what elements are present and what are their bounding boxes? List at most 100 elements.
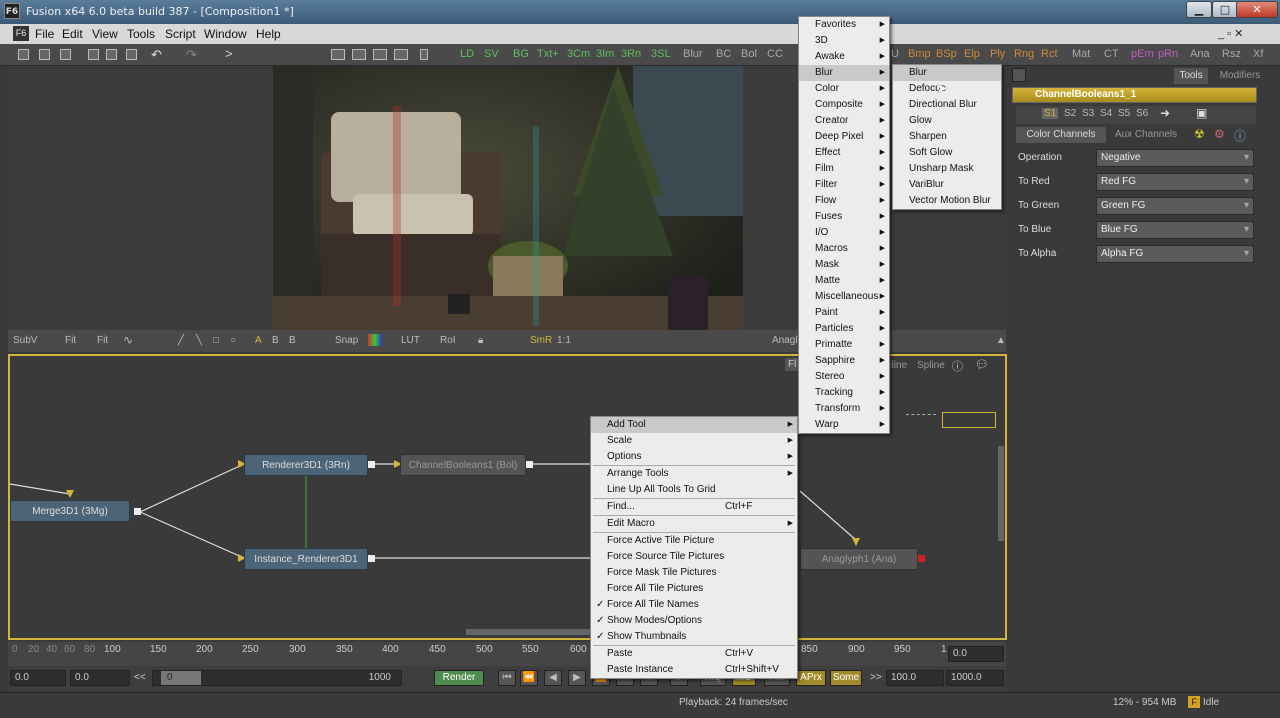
node-anaglyph1[interactable]: Anaglyph1 (Ana) <box>800 548 918 570</box>
tool-tab-xf[interactable]: Xf <box>1253 48 1263 60</box>
global-start-field[interactable]: 0.0 <box>10 670 66 686</box>
end-frame-field[interactable]: 0.0 <box>948 646 1004 662</box>
comment-icon[interactable]: 💬︎ <box>975 358 989 371</box>
menu-item-add-tool[interactable]: Add Tool ▶ <box>591 417 797 433</box>
node-instance-renderer3d1[interactable]: Instance_Renderer3D1 <box>244 548 368 570</box>
slot-s3[interactable]: S3 <box>1082 108 1094 119</box>
add-tool-i-o[interactable]: I/O ▶ <box>799 225 889 241</box>
prev-key-icon[interactable]: ⏪ <box>520 670 538 686</box>
blur-tool-unsharp-mask[interactable]: Unsharp Mask <box>893 161 1001 177</box>
menu-item-force-all-tile-names[interactable]: Force All Tile Names ✓ <box>591 597 797 613</box>
tool-tab-ld[interactable]: LD <box>460 48 474 60</box>
menu-item-paste[interactable]: Paste Ctrl+V <box>591 646 797 662</box>
tool-tab-bc[interactable]: BC <box>716 48 731 60</box>
tool-tab-sv[interactable]: SV <box>484 48 499 60</box>
add-tool-stereo[interactable]: Stereo ▶ <box>799 369 889 385</box>
undo-icon[interactable]: ↶ <box>151 47 162 63</box>
tool-tab-3cm[interactable]: 3Cm <box>567 48 590 60</box>
info-panel-icon[interactable]: ⓘ <box>1234 127 1246 144</box>
to-green-dropdown[interactable]: Green FG ▾ <box>1096 197 1254 215</box>
add-tool-3d[interactable]: 3D ▶ <box>799 33 889 49</box>
render-start-field[interactable]: 0.0 <box>70 670 130 686</box>
tool-tab-rct[interactable]: Rct <box>1041 48 1058 60</box>
tool-tab-ana[interactable]: Ana <box>1190 48 1210 60</box>
slot-s4[interactable]: S4 <box>1100 108 1112 119</box>
tool-tab-ply[interactable]: Ply <box>990 48 1005 60</box>
blur-tool-soft-glow[interactable]: Soft Glow <box>893 145 1001 161</box>
blur-tool-blur[interactable]: Blur <box>893 65 1001 81</box>
anaglyph-output-port[interactable] <box>918 555 925 562</box>
add-tool-deep-pixel[interactable]: Deep Pixel ▶ <box>799 129 889 145</box>
tool-tab-rsz[interactable]: Rsz <box>1222 48 1241 60</box>
operation-dropdown[interactable]: Negative ▾ <box>1096 149 1254 167</box>
tool-tab-pem[interactable]: pEm <box>1131 48 1154 60</box>
blur-tool-sharpen[interactable]: Sharpen <box>893 129 1001 145</box>
menu-item-edit-macro[interactable]: Edit Macro ▶ <box>591 516 797 532</box>
blur-tool-glow[interactable]: Glow <box>893 113 1001 129</box>
add-tool-composite[interactable]: Composite ▶ <box>799 97 889 113</box>
to-red-dropdown[interactable]: Red FG ▾ <box>1096 173 1254 191</box>
add-tool-color[interactable]: Color ▶ <box>799 81 889 97</box>
tool-tab-bsp[interactable]: BSp <box>936 48 957 60</box>
add-tool-sapphire[interactable]: Sapphire ▶ <box>799 353 889 369</box>
menu-item-paste-instance[interactable]: Paste Instance Ctrl+Shift+V <box>591 662 797 678</box>
layout-5-icon[interactable] <box>420 49 428 60</box>
spline-tab[interactable]: Spline <box>917 360 945 371</box>
add-tool-film[interactable]: Film ▶ <box>799 161 889 177</box>
spline-icon[interactable]: ∿ <box>123 333 133 347</box>
add-tool-fuses[interactable]: Fuses ▶ <box>799 209 889 225</box>
menu-item-show-modes-options[interactable]: Show Modes/Options ✓ <box>591 613 797 629</box>
open-icon[interactable] <box>39 49 50 60</box>
merge-output-port[interactable] <box>134 508 141 515</box>
add-tool-favorites[interactable]: Favorites ▶ <box>799 17 889 33</box>
add-tool-creator[interactable]: Creator ▶ <box>799 113 889 129</box>
blur-tool-variblur[interactable]: VariBlur <box>893 177 1001 193</box>
play-reverse-icon[interactable]: ◀ <box>544 670 562 686</box>
redo-icon[interactable]: ↷ <box>186 47 197 63</box>
slot-s6[interactable]: S6 <box>1136 108 1148 119</box>
new-icon[interactable] <box>18 49 29 60</box>
add-tool-awake[interactable]: Awake ▶ <box>799 49 889 65</box>
tool-tab-mat[interactable]: Mat <box>1072 48 1090 60</box>
tab-modifiers[interactable]: Modifiers <box>1212 68 1268 84</box>
menu-window[interactable]: Window <box>204 27 247 41</box>
tool-tab-bmp[interactable]: Bmp <box>908 48 931 60</box>
render-end-field[interactable]: 100.0 <box>886 670 944 686</box>
save-settings-icon[interactable]: ▣ <box>1196 106 1207 120</box>
node-merge3d1[interactable]: Merge3D1 (3Mg) <box>10 500 130 522</box>
slot-s2[interactable]: S2 <box>1064 108 1076 119</box>
lock-icon[interactable]: 🔒︎ <box>478 335 483 346</box>
tab-tools[interactable]: Tools <box>1174 68 1208 84</box>
forward-label[interactable]: >> <box>870 672 882 683</box>
flow-hscroll[interactable] <box>466 629 596 635</box>
roi-button[interactable]: RoI <box>440 335 456 346</box>
add-tool-blur[interactable]: Blur ▶ <box>799 65 889 81</box>
menu-item-force-all-tile-pictures[interactable]: Force All Tile Pictures <box>591 581 797 597</box>
add-tool-matte[interactable]: Matte ▶ <box>799 273 889 289</box>
menu-item-line-up-all-tools-to-grid[interactable]: Line Up All Tools To Grid <box>591 482 797 498</box>
tool-tab-rng[interactable]: Rng <box>1014 48 1034 60</box>
node-channelbooleans1[interactable]: ChannelBooleans1 (Bol) <box>400 454 526 476</box>
subtab-aux-channels[interactable]: Aux Channels <box>1108 127 1184 143</box>
paste-icon[interactable] <box>126 49 137 60</box>
layout-2-icon[interactable] <box>352 49 366 60</box>
tool-tab-elp[interactable]: Elp <box>964 48 980 60</box>
radioactive-icon[interactable]: ☢ <box>1194 127 1205 141</box>
circle-icon[interactable]: ○ <box>230 335 236 346</box>
global-end-field[interactable]: 1000.0 <box>946 670 1004 686</box>
play-icon[interactable]: ▶ <box>568 670 586 686</box>
render-button[interactable]: Render <box>434 670 484 686</box>
blur-tool-directional-blur[interactable]: Directional Blur <box>893 97 1001 113</box>
timeline-ruler[interactable]: 0 20 40 60 80 100 150 200 250 300 350 40… <box>8 642 1006 666</box>
add-tool-paint[interactable]: Paint ▶ <box>799 305 889 321</box>
menu-help[interactable]: Help <box>256 27 281 41</box>
tool-tab-bol[interactable]: Bol <box>741 48 757 60</box>
menu-item-options[interactable]: Options ▶ <box>591 449 797 465</box>
tool-tab-3rn[interactable]: 3Rn <box>621 48 641 60</box>
tool-tab-3sl[interactable]: 3SL <box>651 48 671 60</box>
aprx-button[interactable]: APrx <box>796 670 826 686</box>
blur-tool-vector-motion-blur[interactable]: Vector Motion Blur <box>893 193 1001 209</box>
scroll-up-icon[interactable]: ▲ <box>996 335 1006 346</box>
subv-button[interactable]: SubV <box>13 335 37 346</box>
tool-tab-cc[interactable]: CC <box>767 48 783 60</box>
